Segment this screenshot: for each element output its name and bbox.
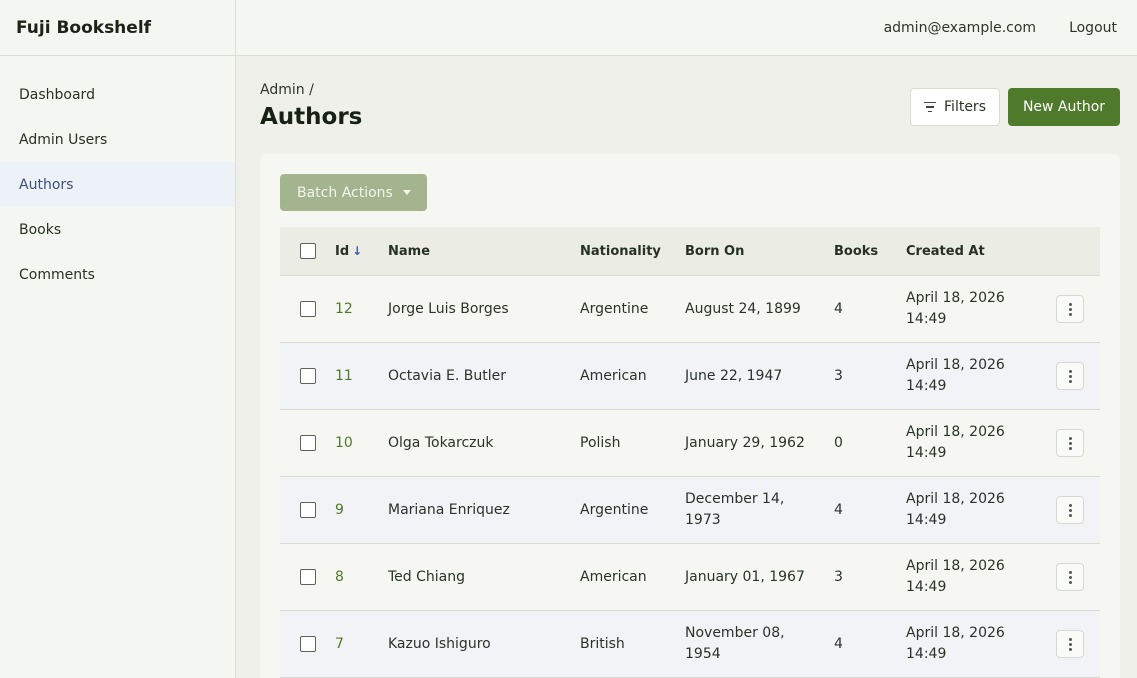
sidebar-item-admin-users[interactable]: Admin Users <box>0 117 235 162</box>
sidebar: Fuji Bookshelf Dashboard Admin Users Aut… <box>0 0 236 678</box>
row-born-on: August 24, 1899 <box>685 300 801 317</box>
row-created-at: April 18, 2026 14:49 <box>906 357 1005 394</box>
kebab-icon <box>1068 302 1072 306</box>
row-books: 3 <box>834 368 843 384</box>
row-id-link[interactable]: 11 <box>335 368 353 384</box>
app-title: Fuji Bookshelf <box>0 0 235 56</box>
batch-actions-label: Batch Actions <box>297 184 393 201</box>
topbar: admin@example.com Logout <box>236 0 1137 56</box>
row-born-on: November 08, 1954 <box>685 625 785 662</box>
table-header: Id ↓ Name Nationality Born On Books Crea… <box>280 227 1100 276</box>
column-name[interactable]: Name <box>388 227 430 275</box>
row-nationality: British <box>580 636 625 652</box>
filters-label: Filters <box>944 99 986 115</box>
table-row: 9 Mariana Enriquez Argentine December 14… <box>280 477 1100 544</box>
row-nationality: American <box>580 569 647 585</box>
row-id-link[interactable]: 9 <box>335 502 344 518</box>
row-books: 4 <box>834 301 843 317</box>
row-born-on: January 01, 1967 <box>685 568 805 585</box>
row-created-at: April 18, 2026 14:49 <box>906 558 1005 595</box>
row-actions-button[interactable] <box>1056 630 1084 658</box>
row-name: Jorge Luis Borges <box>388 301 509 317</box>
kebab-icon <box>1068 503 1072 507</box>
kebab-icon <box>1068 369 1072 373</box>
table-row: 7 Kazuo Ishiguro British November 08, 19… <box>280 611 1100 678</box>
select-all-checkbox[interactable] <box>300 243 316 259</box>
row-id-link[interactable]: 10 <box>335 435 353 451</box>
row-actions-button[interactable] <box>1056 496 1084 524</box>
sidebar-item-books[interactable]: Books <box>0 207 235 252</box>
row-books: 4 <box>834 502 843 518</box>
row-actions-button[interactable] <box>1056 563 1084 591</box>
main-content: Admin / Authors Filters New Author Batch… <box>236 56 1137 678</box>
caret-down-icon <box>403 190 411 195</box>
sidebar-nav: Dashboard Admin Users Authors Books Comm… <box>0 72 235 297</box>
row-id-link[interactable]: 8 <box>335 569 344 585</box>
filter-icon <box>924 101 937 113</box>
row-created-at: April 18, 2026 14:49 <box>906 424 1005 461</box>
row-nationality: Argentine <box>580 301 649 317</box>
kebab-icon <box>1068 570 1072 574</box>
row-created-at: April 18, 2026 14:49 <box>906 625 1005 662</box>
breadcrumb[interactable]: Admin / <box>260 82 314 98</box>
row-books: 3 <box>834 569 843 585</box>
column-born-on[interactable]: Born On <box>685 227 815 275</box>
filters-button[interactable]: Filters <box>910 88 1000 126</box>
column-id[interactable]: Id ↓ <box>335 227 362 275</box>
sidebar-item-dashboard[interactable]: Dashboard <box>0 72 235 117</box>
row-id-link[interactable]: 7 <box>335 636 344 652</box>
row-actions-button[interactable] <box>1056 295 1084 323</box>
table-row: 8 Ted Chiang American January 01, 1967 3… <box>280 544 1100 611</box>
row-name: Olga Tokarczuk <box>388 435 494 451</box>
row-born-on: December 14, 1973 <box>685 491 785 528</box>
row-created-at: April 18, 2026 14:49 <box>906 290 1005 327</box>
kebab-icon <box>1068 436 1072 440</box>
row-actions-button[interactable] <box>1056 429 1084 457</box>
column-books[interactable]: Books <box>834 227 878 275</box>
sort-down-icon: ↓ <box>352 244 363 258</box>
new-author-button[interactable]: New Author <box>1008 88 1120 126</box>
kebab-icon <box>1068 637 1072 641</box>
column-id-label: Id <box>335 243 350 259</box>
table-row: 11 Octavia E. Butler American June 22, 1… <box>280 343 1100 410</box>
row-checkbox[interactable] <box>300 569 316 585</box>
row-checkbox[interactable] <box>300 301 316 317</box>
logout-link[interactable]: Logout <box>1069 20 1117 36</box>
table-row: 12 Jorge Luis Borges Argentine August 24… <box>280 276 1100 343</box>
row-name: Mariana Enriquez <box>388 502 510 518</box>
row-checkbox[interactable] <box>300 435 316 451</box>
sidebar-item-comments[interactable]: Comments <box>0 252 235 297</box>
authors-panel: Batch Actions Id ↓ Name Nationality Born… <box>260 154 1120 678</box>
column-created-at[interactable]: Created At <box>906 227 1026 275</box>
row-books: 0 <box>834 435 843 451</box>
table-row: 10 Olga Tokarczuk Polish January 29, 196… <box>280 410 1100 477</box>
row-actions-button[interactable] <box>1056 362 1084 390</box>
row-books: 4 <box>834 636 843 652</box>
row-id-link[interactable]: 12 <box>335 301 353 317</box>
row-name: Kazuo Ishiguro <box>388 636 491 652</box>
row-born-on: January 29, 1962 <box>685 434 805 451</box>
row-checkbox[interactable] <box>300 368 316 384</box>
row-name: Octavia E. Butler <box>388 368 506 384</box>
row-created-at: April 18, 2026 14:49 <box>906 491 1005 528</box>
column-nationality[interactable]: Nationality <box>580 227 661 275</box>
authors-table: Id ↓ Name Nationality Born On Books Crea… <box>280 227 1100 678</box>
page-title: Authors <box>260 104 363 130</box>
row-nationality: Polish <box>580 435 621 451</box>
row-nationality: Argentine <box>580 502 649 518</box>
row-born-on: June 22, 1947 <box>685 367 783 384</box>
row-name: Ted Chiang <box>388 569 465 585</box>
user-email[interactable]: admin@example.com <box>884 20 1036 36</box>
row-checkbox[interactable] <box>300 502 316 518</box>
sidebar-item-authors[interactable]: Authors <box>0 162 235 207</box>
row-checkbox[interactable] <box>300 636 316 652</box>
batch-actions-button[interactable]: Batch Actions <box>280 174 427 211</box>
row-nationality: American <box>580 368 647 384</box>
